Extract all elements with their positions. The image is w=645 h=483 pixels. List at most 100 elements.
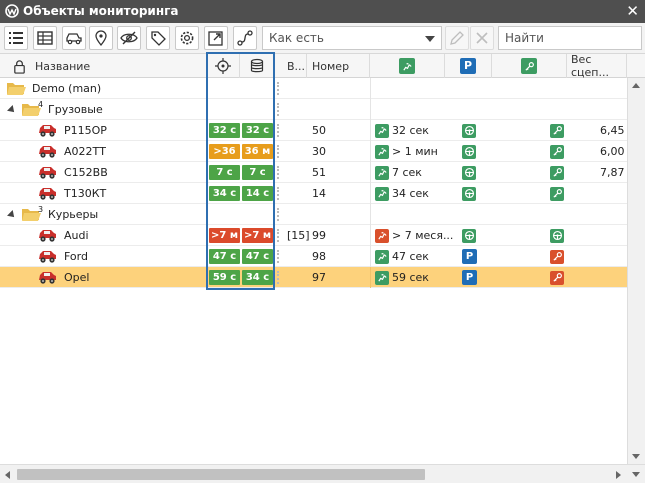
group-row-cargo[interactable]: 4 Грузовые	[0, 99, 627, 120]
track-button[interactable]	[233, 26, 257, 50]
scroll-down-icon[interactable]	[632, 454, 640, 459]
column-header-v-label: В...	[287, 59, 306, 73]
group-row-root[interactable]: Demo (man)	[0, 78, 627, 99]
unit-row-selected[interactable]: Opel 59 с 34 с 97 59 сек P	[0, 267, 627, 288]
unit-number: 14	[312, 187, 326, 200]
scroll-up-icon[interactable]	[632, 83, 640, 88]
ignition-cell	[550, 141, 564, 162]
parking-cell	[462, 120, 476, 141]
tag-icon	[151, 31, 166, 46]
edit-button[interactable]	[445, 26, 469, 50]
database-icon	[250, 58, 263, 73]
eye-off-icon	[120, 31, 138, 45]
parking-cell	[462, 225, 476, 246]
key-icon	[550, 186, 564, 201]
column-header-motion[interactable]	[370, 54, 445, 78]
key-icon	[550, 270, 564, 285]
unit-name: Р115ОР	[64, 124, 107, 137]
geofences-button[interactable]	[89, 26, 113, 50]
key-icon	[550, 165, 564, 180]
view-mode-dropdown[interactable]: Как есть	[262, 26, 442, 50]
scroll-right-icon[interactable]	[616, 471, 621, 479]
window-titlebar: Объекты мониторинга ✕	[0, 0, 645, 23]
pencil-icon	[450, 31, 464, 45]
gear-icon	[180, 31, 194, 45]
table-icon	[37, 31, 53, 45]
list-view-button[interactable]	[4, 26, 28, 50]
ignition-cell	[550, 183, 564, 204]
motion-state-icon	[375, 186, 389, 201]
ignition-cell	[550, 120, 564, 141]
unit-row[interactable]: Р115ОР 32 с 32 с 50 32 сек 6,45	[0, 120, 627, 141]
message-age-badge: 34 с	[242, 270, 273, 285]
scroll-left-icon[interactable]	[5, 471, 10, 479]
unit-row[interactable]: С152ВВ 7 с7 с 51 7 сек 7,87	[0, 162, 627, 183]
unit-number: 98	[312, 250, 326, 263]
units-table: Demo (man) 4 Грузовые Р115ОР 32 с 32 с 50 32…	[0, 78, 627, 464]
unit-weight: 6,00	[600, 145, 625, 158]
group-count: 4	[38, 100, 44, 109]
motion-cell: > 7 меся...	[375, 225, 453, 246]
unit-row[interactable]: А022ТТ >36 м36 м 30 > 1 мин 6,00	[0, 141, 627, 172]
open-external-button[interactable]	[204, 26, 228, 50]
motion-state-icon	[375, 270, 389, 285]
ignition-cell	[550, 267, 564, 288]
column-resize-handle[interactable]	[274, 54, 284, 78]
position-age-badge: 59 с	[209, 270, 240, 285]
column-header-weight[interactable]: Вес сцеп...	[567, 53, 627, 79]
position-age-badge: >7 м	[209, 228, 240, 243]
parking-cell	[462, 183, 476, 204]
group-row-couriers[interactable]: 3 Курьеры	[0, 204, 627, 225]
horizontal-scrollbar[interactable]	[0, 464, 645, 483]
units-button[interactable]	[62, 26, 86, 50]
unit-row[interactable]: Ford 47 с 47 с 98 47 сек P	[0, 246, 627, 267]
key-icon	[550, 249, 564, 264]
scroll-down-icon[interactable]	[632, 472, 640, 477]
motion-cell: 34 сек	[375, 183, 429, 204]
parking-cell: P	[462, 267, 477, 288]
expand-triangle-icon[interactable]	[7, 105, 17, 115]
motion-cell: 32 сек	[375, 120, 429, 141]
unit-name: Т130КТ	[64, 187, 107, 200]
unit-v: [15]	[287, 229, 310, 242]
tags-button[interactable]	[146, 26, 170, 50]
unit-name: А022ТТ	[64, 145, 106, 158]
column-header-number[interactable]: Номер	[307, 54, 370, 78]
column-header-messages[interactable]	[240, 54, 274, 78]
motion-state-icon	[399, 58, 415, 74]
unit-row[interactable]: Т130КТ 34 с 14 с 14 34 сек	[0, 183, 627, 204]
route-icon	[237, 30, 253, 46]
crosshair-icon	[215, 58, 231, 74]
folder-open-icon	[7, 83, 26, 95]
unit-name: С152ВВ	[64, 166, 108, 179]
unit-row[interactable]: Audi >7 м >7 м [15] 99 > 7 меся...	[0, 225, 627, 246]
motion-duration: > 1 мин	[392, 145, 438, 158]
table-view-button[interactable]	[33, 26, 57, 50]
car-icon	[39, 251, 56, 263]
close-icon[interactable]: ✕	[626, 2, 639, 20]
car-icon	[66, 33, 82, 45]
horizontal-scroll-thumb[interactable]	[17, 469, 425, 480]
expand-triangle-icon[interactable]	[7, 210, 17, 220]
settings-button[interactable]	[175, 26, 199, 50]
column-header-ignition[interactable]	[492, 54, 567, 78]
group-count: 3	[38, 205, 44, 214]
car-icon	[39, 272, 56, 284]
table-header: Название В... Номер P Вес сцеп...	[0, 53, 645, 79]
column-header-name[interactable]: Название	[0, 54, 207, 78]
parking-cell	[462, 162, 476, 183]
vertical-scrollbar[interactable]	[627, 78, 645, 464]
toggle-visibility-button[interactable]	[117, 26, 141, 50]
position-age-badge: >36 м	[209, 144, 240, 172]
toolbar: Как есть	[0, 23, 645, 54]
steering-wheel-icon	[462, 186, 476, 201]
clear-button[interactable]	[470, 26, 494, 50]
search-input[interactable]	[498, 26, 642, 50]
column-header-position[interactable]	[207, 54, 240, 78]
map-pin-icon	[95, 30, 107, 47]
group-name: Demo (man)	[32, 82, 102, 95]
motion-state-icon	[375, 165, 389, 180]
column-header-parking[interactable]: P	[445, 54, 492, 78]
column-header-v[interactable]: В...	[284, 54, 307, 78]
key-icon	[550, 144, 564, 159]
